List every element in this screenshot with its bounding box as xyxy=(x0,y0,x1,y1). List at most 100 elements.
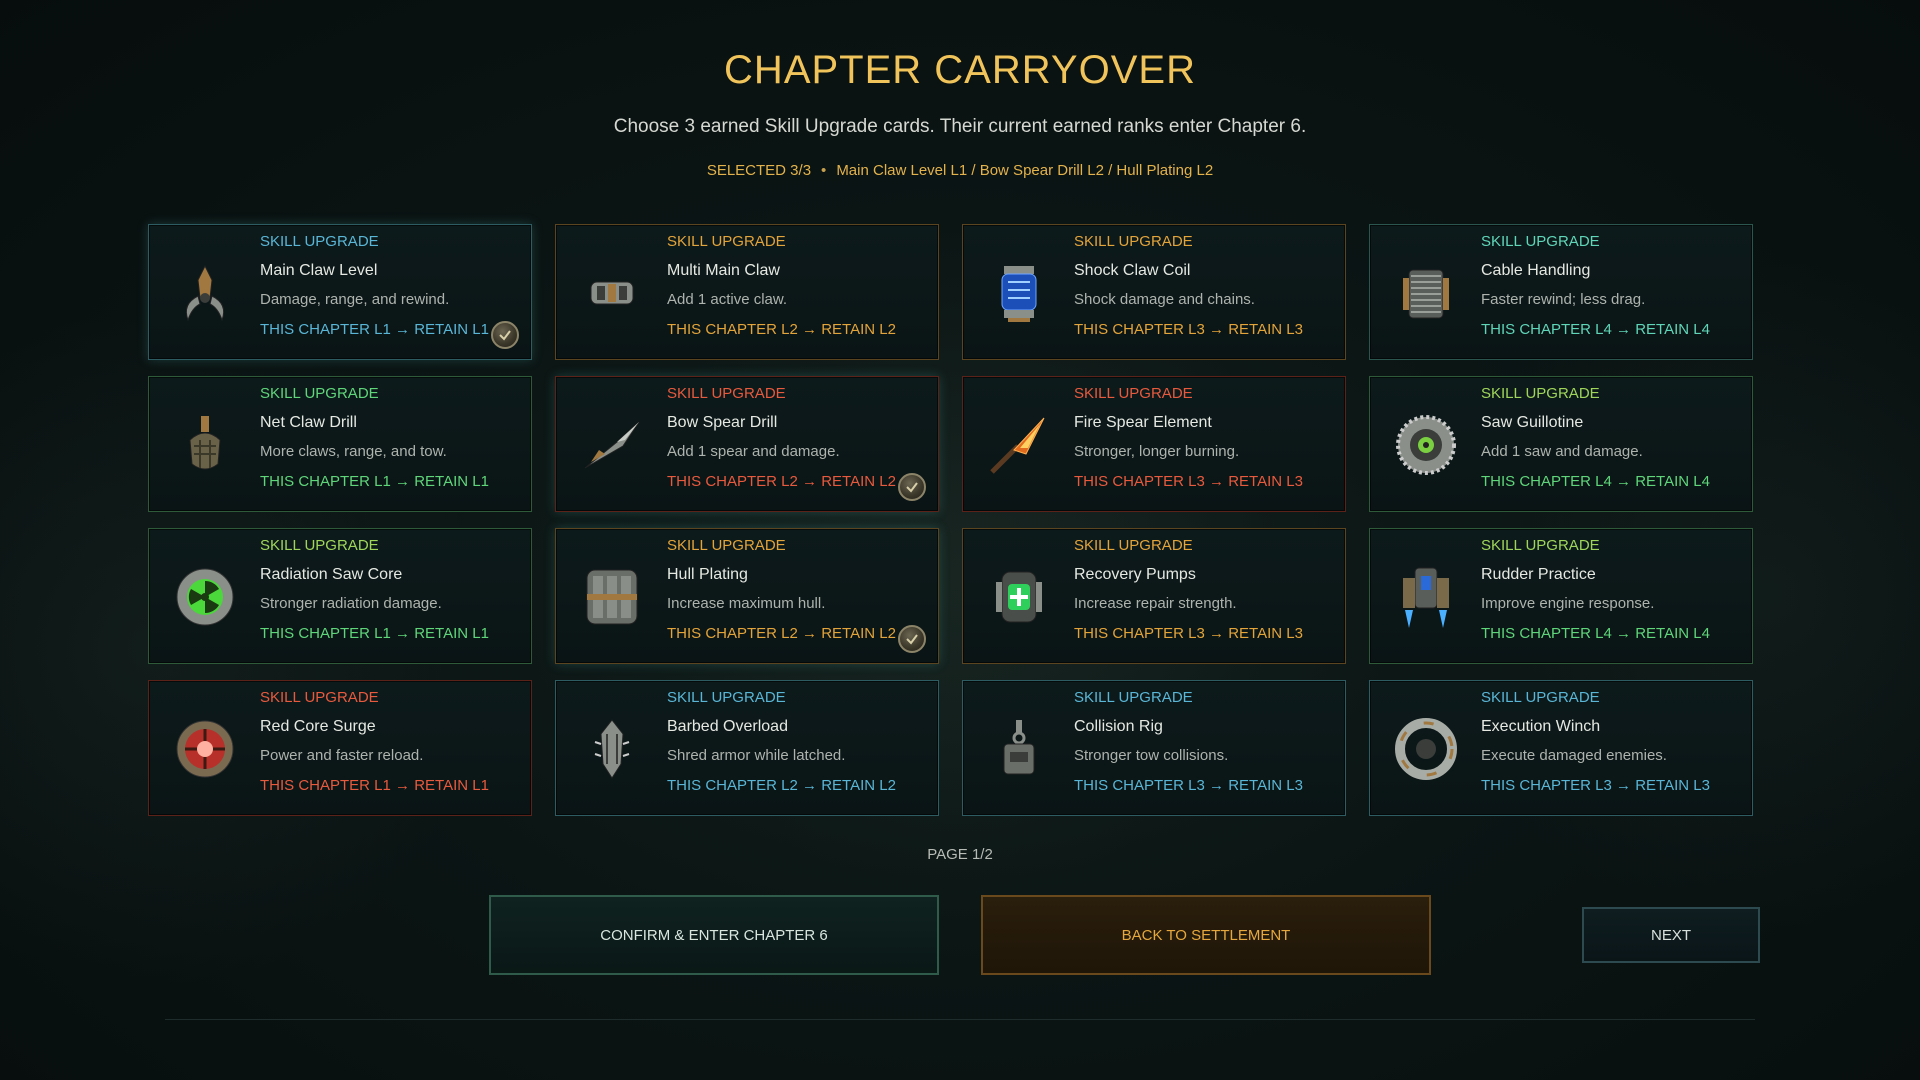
card-description: Add 1 active claw. xyxy=(667,291,788,308)
card-kind: SKILL UPGRADE xyxy=(1481,385,1600,402)
back-to-settlement-button[interactable]: BACK TO SETTLEMENT xyxy=(981,895,1431,975)
card-rank: THIS CHAPTER L3 → RETAIN L3 xyxy=(1074,321,1303,338)
card-rank: THIS CHAPTER L1 → RETAIN L1 xyxy=(260,625,489,642)
card-text: SKILL UPGRADE Recovery Pumps Increase repa… xyxy=(1074,537,1335,644)
spear-icon xyxy=(574,407,650,483)
card-text: SKILL UPGRADE Main Claw Level Damage, rang… xyxy=(260,233,521,340)
card-name: Net Claw Drill xyxy=(260,414,357,431)
selected-badge-icon xyxy=(898,473,926,501)
card-name: Red Core Surge xyxy=(260,718,376,735)
card-kind: SKILL UPGRADE xyxy=(1481,537,1600,554)
next-page-button[interactable]: NEXT xyxy=(1582,907,1760,963)
skill-card[interactable]: SKILL UPGRADE Collision Rig Stronger tow c… xyxy=(962,680,1346,816)
card-rank: THIS CHAPTER L1 → RETAIN L1 xyxy=(260,777,489,794)
card-description: Shock damage and chains. xyxy=(1074,291,1255,308)
skill-card[interactable]: SKILL UPGRADE Bow Spear Drill Add 1 spear … xyxy=(555,376,939,512)
skill-card[interactable]: SKILL UPGRADE Fire Spear Element Stronger,… xyxy=(962,376,1346,512)
card-description: Stronger radiation damage. xyxy=(260,595,442,612)
card-name: Barbed Overload xyxy=(667,718,788,735)
card-description: More claws, range, and tow. xyxy=(260,443,447,460)
skill-card[interactable]: SKILL UPGRADE Execution Winch Execute dama… xyxy=(1369,680,1753,816)
card-rank: THIS CHAPTER L1 → RETAIN L1 xyxy=(260,473,489,490)
card-kind: SKILL UPGRADE xyxy=(1481,689,1600,706)
card-text: SKILL UPGRADE Saw Guillotine Add 1 saw and… xyxy=(1481,385,1742,492)
collision-rig-icon xyxy=(981,711,1057,787)
skill-card-grid: SKILL UPGRADE Main Claw Level Damage, rang… xyxy=(148,224,1753,816)
card-kind: SKILL UPGRADE xyxy=(1074,385,1193,402)
card-description: Stronger, longer burning. xyxy=(1074,443,1240,460)
card-description: Add 1 spear and damage. xyxy=(667,443,840,460)
card-rank: THIS CHAPTER L4 → RETAIN L4 xyxy=(1481,473,1710,490)
page-indicator: PAGE 1/2 xyxy=(927,846,993,863)
skill-card[interactable]: SKILL UPGRADE Recovery Pumps Increase repa… xyxy=(962,528,1346,664)
card-description: Execute damaged enemies. xyxy=(1481,747,1667,764)
card-rank: THIS CHAPTER L2 → RETAIN L2 xyxy=(667,321,896,338)
skill-card[interactable]: SKILL UPGRADE Hull Plating Increase maximu… xyxy=(555,528,939,664)
card-kind: SKILL UPGRADE xyxy=(1481,233,1600,250)
card-kind: SKILL UPGRADE xyxy=(667,385,786,402)
card-text: SKILL UPGRADE Shock Claw Coil Shock damage… xyxy=(1074,233,1335,340)
card-kind: SKILL UPGRADE xyxy=(260,233,379,250)
winch-ring-icon xyxy=(1388,711,1464,787)
page-title: CHAPTER CARRYOVER xyxy=(724,48,1196,92)
card-rank: THIS CHAPTER L2 → RETAIN L2 xyxy=(667,473,896,490)
card-name: Cable Handling xyxy=(1481,262,1591,279)
multi-claw-icon xyxy=(574,255,650,331)
card-name: Hull Plating xyxy=(667,566,748,583)
skill-card[interactable]: SKILL UPGRADE Radiation Saw Core Stronger … xyxy=(148,528,532,664)
card-rank: THIS CHAPTER L3 → RETAIN L3 xyxy=(1074,473,1303,490)
card-name: Shock Claw Coil xyxy=(1074,262,1191,279)
card-name: Multi Main Claw xyxy=(667,262,780,279)
card-text: SKILL UPGRADE Hull Plating Increase maximu… xyxy=(667,537,928,644)
card-rank: THIS CHAPTER L3 → RETAIN L3 xyxy=(1074,777,1303,794)
engine-icon xyxy=(1388,559,1464,635)
skill-card[interactable]: SKILL UPGRADE Shock Claw Coil Shock damage… xyxy=(962,224,1346,360)
card-name: Execution Winch xyxy=(1481,718,1601,735)
confirm-enter-chapter-button[interactable]: CONFIRM & ENTER CHAPTER 6 xyxy=(489,895,939,975)
card-kind: SKILL UPGRADE xyxy=(260,689,379,706)
card-description: Increase repair strength. xyxy=(1074,595,1237,612)
card-text: SKILL UPGRADE Collision Rig Stronger tow c… xyxy=(1074,689,1335,796)
skill-card[interactable]: SKILL UPGRADE Saw Guillotine Add 1 saw and… xyxy=(1369,376,1753,512)
card-description: Add 1 saw and damage. xyxy=(1481,443,1643,460)
card-description: Improve engine response. xyxy=(1481,595,1655,612)
claw-icon xyxy=(167,255,243,331)
card-name: Bow Spear Drill xyxy=(667,414,778,431)
repair-pump-icon xyxy=(981,559,1057,635)
card-rank: THIS CHAPTER L3 → RETAIN L3 xyxy=(1074,625,1303,642)
skill-card[interactable]: SKILL UPGRADE Rudder Practice Improve engi… xyxy=(1369,528,1753,664)
card-rank: THIS CHAPTER L3 → RETAIN L3 xyxy=(1481,777,1710,794)
card-text: SKILL UPGRADE Cable Handling Faster rewind… xyxy=(1481,233,1742,340)
card-name: Radiation Saw Core xyxy=(260,566,403,583)
skill-card[interactable]: SKILL UPGRADE Main Claw Level Damage, rang… xyxy=(148,224,532,360)
skill-card[interactable]: SKILL UPGRADE Multi Main Claw Add 1 active… xyxy=(555,224,939,360)
card-text: SKILL UPGRADE Red Core Surge Power and fas… xyxy=(260,689,521,796)
card-name: Collision Rig xyxy=(1074,718,1163,735)
card-name: Fire Spear Element xyxy=(1074,414,1212,431)
saw-blade-icon xyxy=(1388,407,1464,483)
card-text: SKILL UPGRADE Rudder Practice Improve engi… xyxy=(1481,537,1742,644)
card-rank: THIS CHAPTER L1 → RETAIN L1 xyxy=(260,321,489,338)
selection-summary: SELECTED 3/3 • Main Claw Level L1 / Bow Sp… xyxy=(0,162,1920,179)
card-name: Main Claw Level xyxy=(260,262,378,279)
fire-spear-icon xyxy=(981,407,1057,483)
barbed-icon xyxy=(574,711,650,787)
selected-count: SELECTED 3/3 xyxy=(706,162,812,179)
selected-badge-icon xyxy=(898,625,926,653)
red-core-icon xyxy=(167,711,243,787)
skill-card[interactable]: SKILL UPGRADE Barbed Overload Shred armor … xyxy=(555,680,939,816)
card-kind: SKILL UPGRADE xyxy=(1074,537,1193,554)
card-description: Shred armor while latched. xyxy=(667,747,846,764)
card-rank: THIS CHAPTER L4 → RETAIN L4 xyxy=(1481,321,1710,338)
card-text: SKILL UPGRADE Execution Winch Execute dama… xyxy=(1481,689,1742,796)
skill-card[interactable]: SKILL UPGRADE Red Core Surge Power and fas… xyxy=(148,680,532,816)
selected-list: Main Claw Level L1 / Bow Spear Drill L2 … xyxy=(836,162,1214,179)
skill-card[interactable]: SKILL UPGRADE Net Claw Drill More claws, r… xyxy=(148,376,532,512)
skill-card[interactable]: SKILL UPGRADE Cable Handling Faster rewind… xyxy=(1369,224,1753,360)
card-kind: SKILL UPGRADE xyxy=(260,537,379,554)
card-name: Rudder Practice xyxy=(1481,566,1596,583)
net-claw-icon xyxy=(167,407,243,483)
shock-coil-icon xyxy=(981,255,1057,331)
card-description: Power and faster reload. xyxy=(260,747,424,764)
card-text: SKILL UPGRADE Fire Spear Element Stronger,… xyxy=(1074,385,1335,492)
